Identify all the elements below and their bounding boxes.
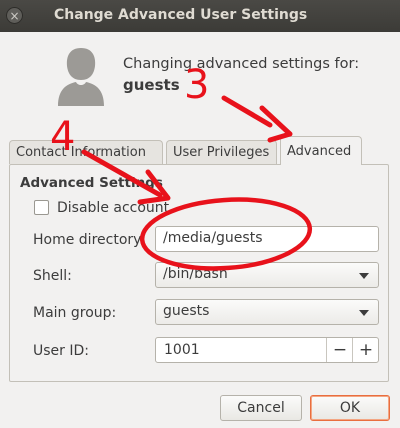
tab-contact-information[interactable]: Contact Information	[9, 140, 163, 164]
chevron-down-icon	[359, 310, 369, 316]
chevron-down-icon	[359, 273, 369, 279]
decrement-button[interactable]: −	[326, 338, 353, 362]
main-group-label: Main group:	[33, 305, 117, 321]
increment-button[interactable]: +	[352, 338, 379, 362]
user-id-label: User ID:	[33, 343, 89, 359]
user-avatar-icon	[58, 48, 104, 106]
shell-value: /bin/bash	[163, 266, 228, 282]
close-icon: ×	[9, 8, 20, 23]
user-id-value[interactable]: 1001	[164, 342, 200, 358]
window-title: Change Advanced User Settings	[54, 7, 308, 23]
tab-user-privileges[interactable]: User Privileges	[166, 140, 277, 164]
shell-combo[interactable]: /bin/bash	[155, 262, 379, 288]
dialog-content: Changing advanced settings for: guests C…	[0, 32, 400, 428]
close-window-button[interactable]: ×	[6, 7, 23, 24]
home-directory-label: Home directory:	[33, 232, 146, 248]
ok-button[interactable]: OK	[310, 395, 390, 421]
header-description: Changing advanced settings for:	[123, 56, 360, 72]
minus-icon: −	[332, 340, 348, 360]
user-id-spinbox[interactable]: 1001 − +	[155, 337, 379, 363]
plus-icon: +	[358, 340, 374, 360]
main-group-value: guests	[163, 303, 210, 319]
tab-advanced[interactable]: Advanced	[280, 136, 362, 165]
home-directory-input[interactable]: /media/guests	[155, 226, 379, 252]
cancel-button[interactable]: Cancel	[220, 395, 302, 421]
disable-account-checkbox[interactable]	[34, 200, 49, 215]
title-bar: × Change Advanced User Settings	[0, 0, 400, 32]
section-title: Advanced Settings	[20, 175, 163, 191]
main-group-combo[interactable]: guests	[155, 299, 379, 325]
shell-label: Shell:	[33, 268, 72, 284]
header-username: guests	[123, 76, 180, 94]
disable-account-label[interactable]: Disable account	[57, 200, 169, 216]
